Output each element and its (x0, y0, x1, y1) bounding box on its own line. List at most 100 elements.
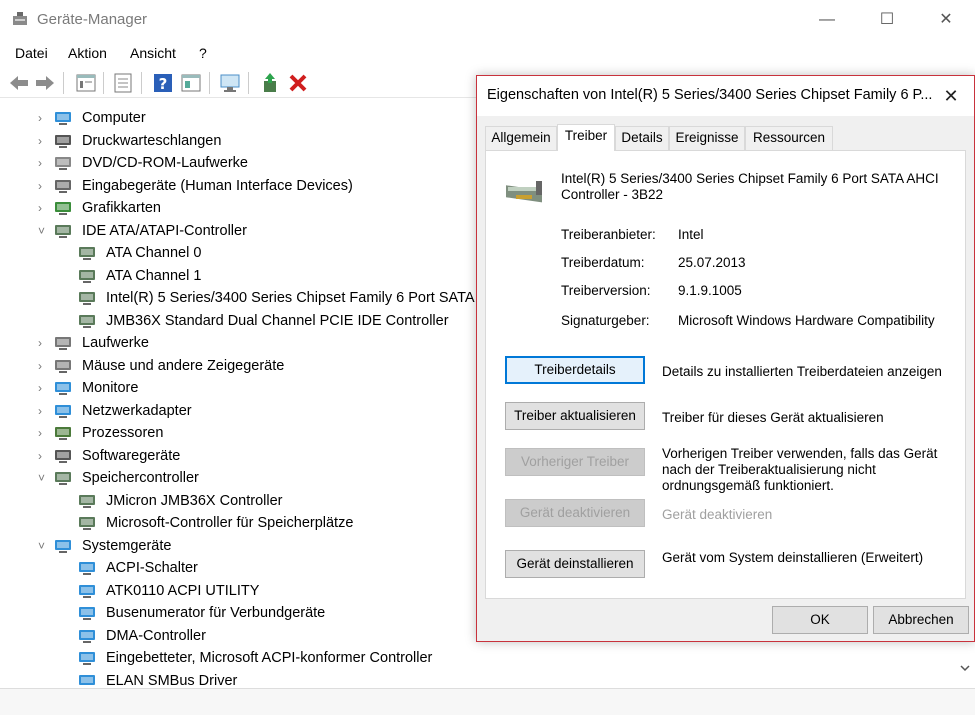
tree-item-label: ATA Channel 0 (106, 245, 202, 261)
processor-icon (55, 427, 71, 440)
system-device-icon (79, 584, 95, 598)
expand-chevron-icon[interactable]: › (38, 152, 50, 174)
tree-item-label: ATA Channel 1 (106, 267, 202, 284)
tree-item-label: ELAN SMBus Driver (106, 672, 238, 687)
property-key: Treiberdatum: (561, 255, 645, 270)
menu-aktion[interactable]: Aktion (68, 45, 107, 61)
property-key: Treiberversion: (561, 283, 651, 298)
property-value: Intel (678, 227, 704, 242)
forward-arrow-icon[interactable] (33, 71, 57, 95)
tree-item-label: Softwaregeräte (82, 447, 181, 464)
tree-item-label: Prozessoren (82, 425, 164, 441)
software-device-icon (55, 449, 71, 463)
scan-hardware-icon[interactable] (218, 71, 242, 95)
system-device-icon (79, 652, 95, 665)
tree-item-label: Computer (82, 110, 146, 126)
tab-allgemein[interactable]: Allgemein (485, 126, 557, 150)
computer-icon (55, 112, 71, 125)
tree-item-label: Busenumerator für Verbundgeräte (106, 605, 326, 621)
help-icon[interactable]: ? (151, 71, 175, 95)
tree-item-label: Monitore (82, 380, 139, 396)
property-key: Treiberanbieter: (561, 227, 656, 242)
printer-icon (55, 134, 71, 148)
expand-chevron-icon[interactable]: › (38, 355, 50, 377)
properties-view-icon[interactable] (74, 71, 98, 95)
tree-item-label: IDE ATA/ATAPI-Controller (82, 222, 247, 239)
tab-treiber[interactable]: Treiber (557, 124, 615, 151)
expand-chevron-icon[interactable]: › (38, 107, 50, 129)
driver-details-button[interactable]: Treiberdetails (505, 356, 645, 384)
expand-chevron-icon[interactable]: › (38, 445, 50, 467)
tree-item-label: Mäuse und andere Zeigegeräte (82, 357, 285, 374)
controller-icon (506, 181, 542, 203)
device-manager-icon (13, 12, 27, 25)
properties-dialog: Eigenschaften von Intel(R) 5 Series/3400… (476, 75, 975, 642)
title-bar: Geräte-Manager — ☐ ✕ (0, 0, 975, 40)
collapse-chevron-icon[interactable]: ˅ (38, 535, 50, 557)
system-device-icon (79, 607, 95, 620)
system-device-icon (79, 562, 95, 575)
maximize-button[interactable]: ☐ (872, 8, 902, 32)
minimize-button[interactable]: — (812, 8, 842, 32)
collapse-chevron-icon[interactable]: ˅ (38, 220, 50, 242)
tree-item-label: Laufwerke (82, 335, 149, 351)
update-driver-icon[interactable] (258, 71, 282, 95)
back-arrow-icon[interactable] (7, 71, 31, 95)
uninstall-icon[interactable] (286, 71, 310, 95)
storage-controller-icon (79, 517, 95, 530)
expand-chevron-icon[interactable]: › (38, 197, 50, 219)
panel-view-icon[interactable] (179, 71, 203, 95)
disable-device-button: Gerät deaktivieren (505, 499, 645, 527)
tree-item-label: Eingebetteter, Microsoft ACPI-konformer … (106, 650, 433, 666)
scroll-down-icon[interactable] (960, 663, 970, 673)
controller-icon (79, 269, 95, 283)
collapse-chevron-icon[interactable]: ˅ (38, 467, 50, 489)
tree-item-label: ATK0110 ACPI UTILITY (106, 582, 260, 599)
menu-ansicht[interactable]: Ansicht (130, 45, 176, 61)
window-title: Geräte-Manager (37, 11, 148, 28)
dialog-title: Eigenschaften von Intel(R) 5 Series/3400… (487, 87, 933, 103)
action-description: Treiber für dieses Gerät aktualisieren (662, 410, 884, 425)
monitor-icon (55, 382, 71, 395)
controller-icon (79, 247, 95, 260)
expand-chevron-icon[interactable]: › (38, 130, 50, 152)
update-driver-button[interactable]: Treiber aktualisieren (505, 402, 645, 430)
cancel-button[interactable]: Abbrechen (873, 606, 969, 634)
ok-button[interactable]: OK (772, 606, 868, 634)
storage-controller-icon (55, 472, 71, 485)
tab-strip: Allgemein Treiber Details Ereignisse Res… (485, 124, 965, 151)
tree-item-label: JMB36X Standard Dual Channel PCIE IDE Co… (106, 312, 449, 329)
dialog-close-button[interactable]: ✕ (939, 84, 963, 108)
tab-ressourcen[interactable]: Ressourcen (745, 126, 833, 150)
expand-chevron-icon[interactable]: › (38, 422, 50, 444)
expand-chevron-icon[interactable]: › (38, 377, 50, 399)
document-list-icon[interactable] (111, 71, 135, 95)
uninstall-device-button[interactable]: Gerät deinstallieren (505, 550, 645, 578)
dialog-title-bar: Eigenschaften von Intel(R) 5 Series/3400… (477, 76, 974, 116)
tree-item-label: JMicron JMB36X Controller (106, 492, 283, 509)
menu-bar: Datei Aktion Ansicht ? (0, 42, 975, 66)
menu-datei[interactable]: Datei (15, 45, 48, 61)
expand-chevron-icon[interactable]: › (38, 175, 50, 197)
tree-item-label: Systemgeräte (82, 537, 172, 554)
tree-item-label: Eingabegeräte (Human Interface Devices) (82, 177, 353, 194)
tree-item-label: Netzwerkadapter (82, 402, 192, 419)
menu-help[interactable]: ? (199, 45, 207, 61)
network-adapter-icon (55, 404, 71, 418)
svg-text:?: ? (159, 75, 168, 93)
rollback-driver-button: Vorheriger Treiber (505, 448, 645, 476)
tree-item-label: Druckwarteschlangen (82, 132, 222, 149)
controller-icon (79, 314, 95, 328)
system-device-icon (79, 674, 95, 686)
property-value: 9.1.9.1005 (678, 283, 742, 298)
expand-chevron-icon[interactable]: › (38, 332, 50, 354)
storage-controller-icon (79, 494, 95, 508)
action-description: Details zu installierten Treiberdateien … (662, 364, 942, 379)
tab-details[interactable]: Details (615, 126, 669, 150)
action-description: Gerät deaktivieren (662, 507, 773, 522)
action-description: Gerät vom System deinstallieren (Erweite… (662, 550, 924, 565)
expand-chevron-icon[interactable]: › (38, 400, 50, 422)
hid-icon (55, 179, 71, 193)
close-button[interactable]: ✕ (931, 8, 961, 32)
tab-ereignisse[interactable]: Ereignisse (669, 126, 745, 150)
